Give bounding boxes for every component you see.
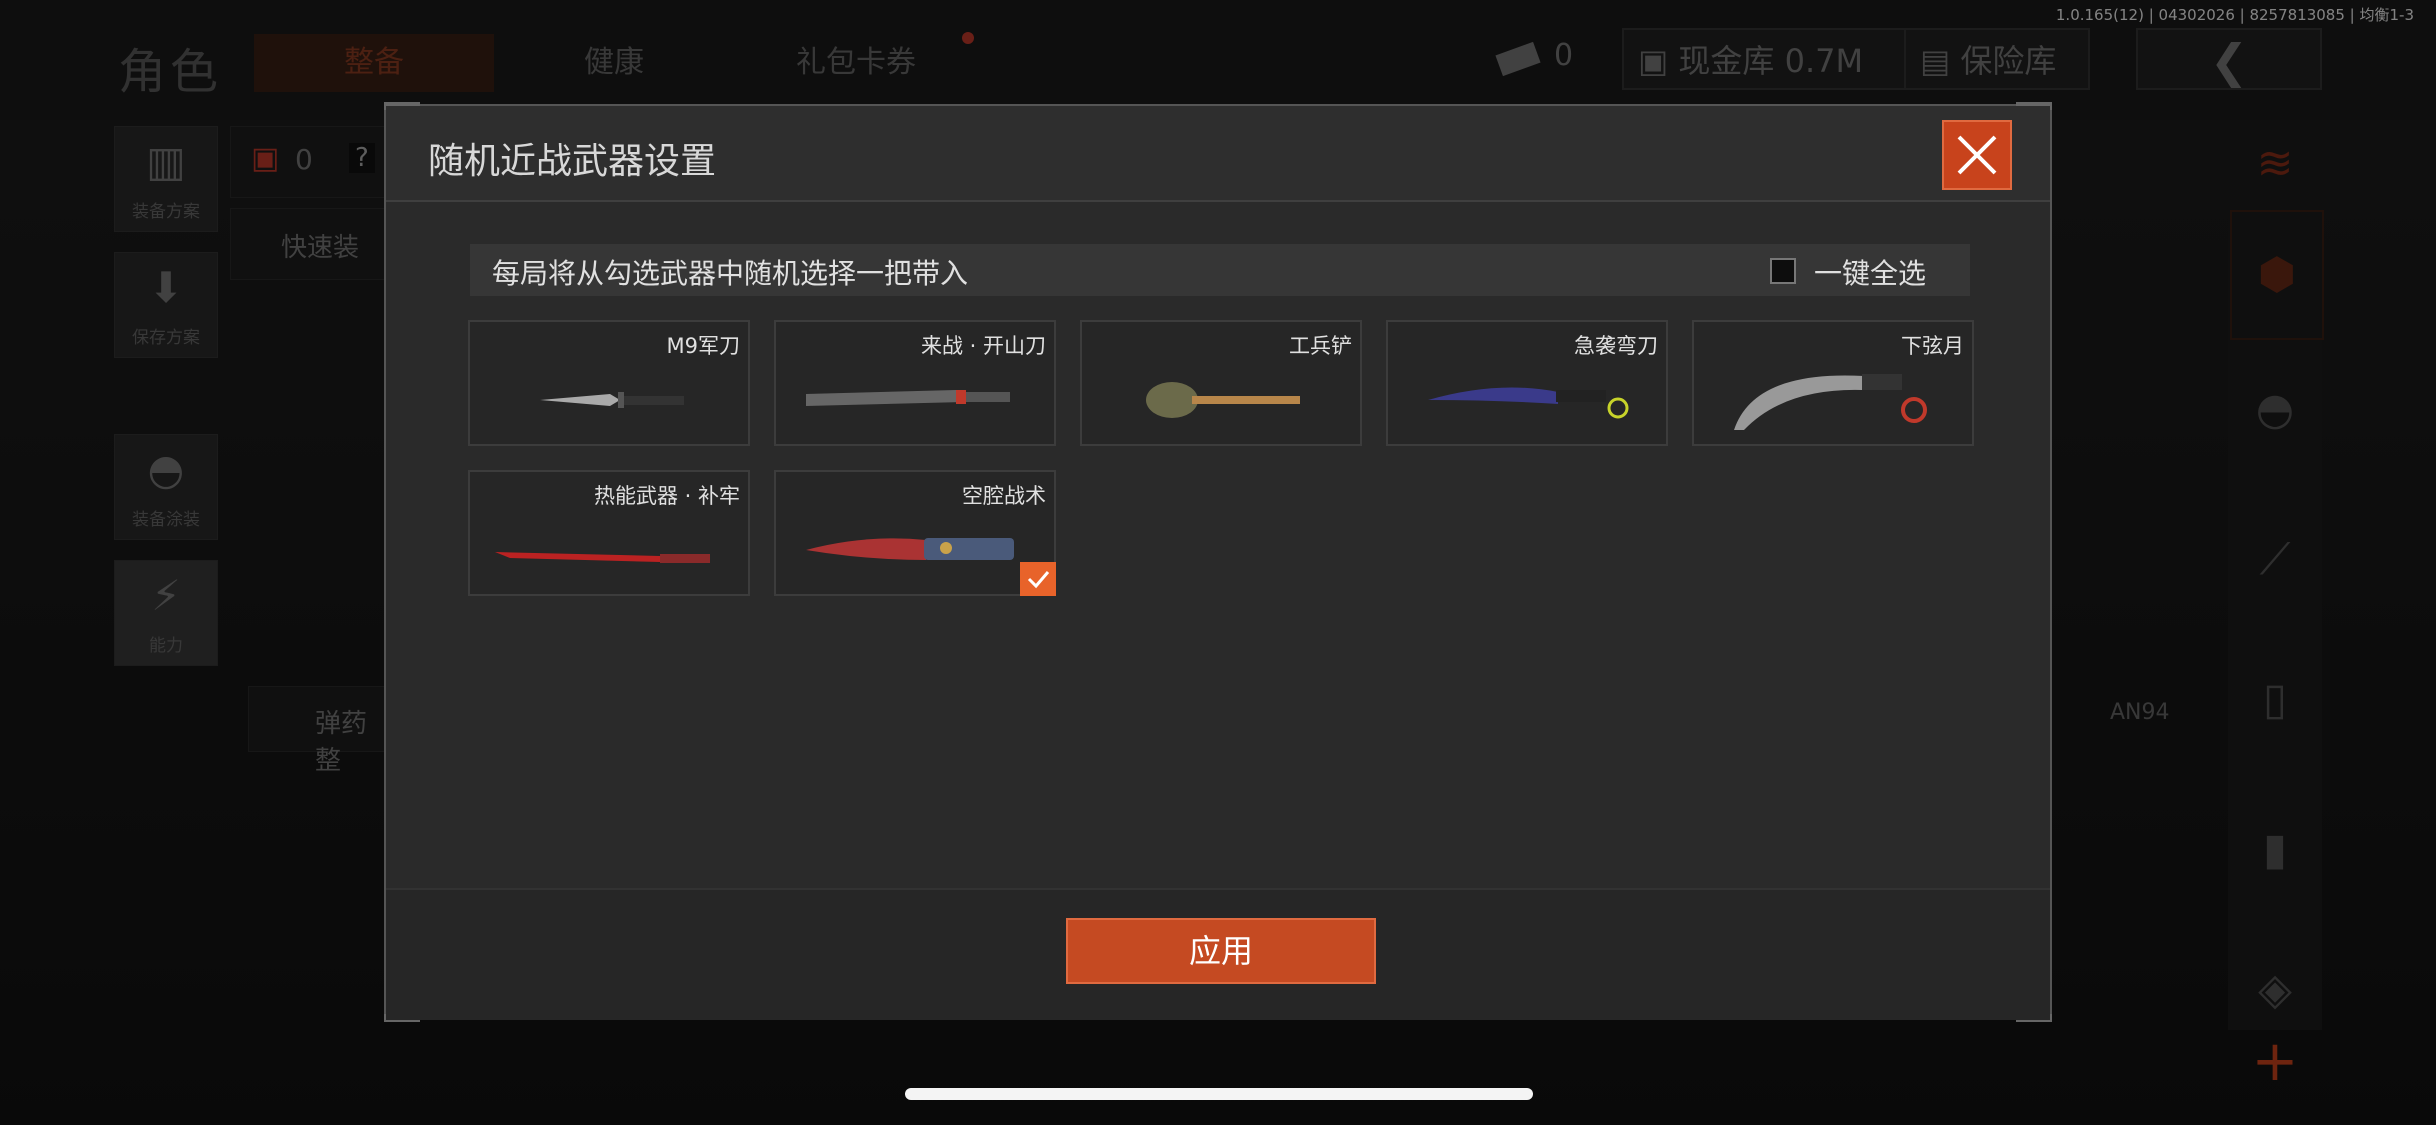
weapon-name: 急袭弯刀 [1574, 334, 1658, 358]
shovel-icon [1146, 382, 1300, 418]
weapon-card-tactical[interactable]: 空腔战术 [774, 470, 1056, 596]
weapon-name: 热能武器 · 补牢 [593, 484, 740, 508]
weapon-name: 空腔战术 [962, 484, 1046, 508]
random-melee-dialog: 随机近战武器设置 每局将从勾选武器中随机选择一把带入 一键全选 M9军刀 来战 … [384, 102, 2052, 1022]
selected-checkbox[interactable] [1020, 562, 1056, 596]
home-indicator[interactable] [905, 1088, 1533, 1100]
weapon-name: 工兵铲 [1289, 334, 1352, 358]
weapon-name: 来战 · 开山刀 [920, 334, 1046, 358]
apply-button[interactable]: 应用 [1066, 918, 1376, 984]
close-button[interactable] [1942, 120, 2012, 190]
weapon-name: 下弦月 [1901, 334, 1964, 358]
weapon-card-m9[interactable]: M9军刀 [468, 320, 750, 446]
karambit-icon [1734, 374, 1927, 430]
dialog-title: 随机近战武器设置 [428, 141, 717, 182]
weapon-card-curved-blade[interactable]: 急袭弯刀 [1386, 320, 1668, 446]
check-icon [1027, 571, 1050, 589]
close-icon [1957, 135, 1997, 175]
bayonet-icon [540, 392, 684, 408]
dialog-header: 随机近战武器设置 [386, 106, 2050, 202]
weapon-card-karambit[interactable]: 下弦月 [1692, 320, 1974, 446]
weapon-card-shovel[interactable]: 工兵铲 [1080, 320, 1362, 446]
select-all-checkbox[interactable] [1770, 258, 1796, 284]
weapon-name: M9军刀 [666, 334, 740, 358]
thermal-katana-icon [495, 552, 710, 563]
hint-bar: 每局将从勾选武器中随机选择一把带入 一键全选 [470, 244, 1970, 296]
machete-icon [806, 390, 1010, 406]
weapon-card-machete[interactable]: 来战 · 开山刀 [774, 320, 1056, 446]
curved-blade-icon [1428, 387, 1629, 419]
weapon-card-thermal-katana[interactable]: 热能武器 · 补牢 [468, 470, 750, 596]
tactical-knife-icon [806, 538, 1014, 560]
hint-text: 每局将从勾选武器中随机选择一把带入 [492, 257, 969, 290]
select-all-label[interactable]: 一键全选 [1814, 252, 1926, 292]
